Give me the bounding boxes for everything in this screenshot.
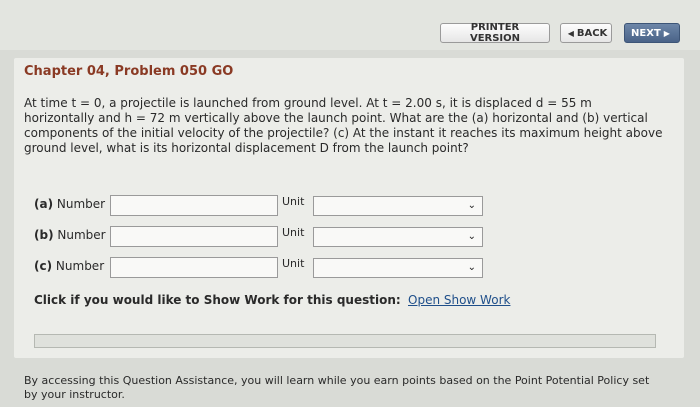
unit-select-b[interactable]: ⌄ (313, 227, 483, 247)
answer-number-label-a: Number (56, 197, 106, 211)
back-label: BACK (576, 27, 608, 39)
back-button[interactable]: ◀ BACK (560, 23, 612, 43)
unit-label-c: Unit (282, 257, 305, 270)
answer-row-c: (c) Number Unit ⌄ (34, 256, 494, 280)
next-button[interactable]: NEXT ▶ (624, 23, 680, 43)
chevron-down-icon: ⌄ (467, 200, 476, 211)
answer-label-c: (c) Number (34, 259, 104, 273)
number-input-a[interactable] (110, 195, 278, 216)
answer-part-a: (a) (34, 197, 54, 211)
triangle-right-icon: ▶ (663, 28, 670, 38)
answer-part-c: (c) (34, 259, 53, 273)
answer-label-a: (a) Number (34, 197, 105, 211)
unit-select-a[interactable]: ⌄ (313, 196, 483, 216)
answer-row-a: (a) Number Unit ⌄ (34, 194, 494, 218)
unit-label-a: Unit (282, 195, 305, 208)
problem-statement: At time t = 0, a projectile is launched … (24, 96, 663, 155)
printer-version-button[interactable]: PRINTER VERSION (440, 22, 550, 44)
triangle-left-icon: ◀ (567, 28, 574, 38)
show-work-area (34, 334, 656, 348)
answer-number-label-b: Number (57, 228, 106, 242)
answer-part-b: (b) (34, 228, 54, 242)
answer-row-b: (b) Number Unit ⌄ (34, 225, 494, 249)
number-input-b[interactable] (110, 226, 278, 247)
question-assistance-note: By accessing this Question Assistance, y… (24, 374, 650, 401)
unit-label-b: Unit (282, 226, 305, 239)
chevron-down-icon: ⌄ (467, 231, 476, 242)
answer-label-b: (b) Number (34, 228, 106, 242)
unit-select-c[interactable]: ⌄ (313, 258, 483, 278)
problem-title: Chapter 04, Problem 050 GO (24, 64, 234, 79)
show-work-prompt: Click if you would like to Show Work for… (34, 293, 401, 307)
answer-number-label-c: Number (55, 259, 105, 273)
open-show-work-link[interactable]: Open Show Work (408, 293, 510, 307)
next-label: NEXT (631, 27, 661, 39)
printer-version-label: PRINTER VERSION (469, 22, 521, 44)
number-input-c[interactable] (110, 257, 278, 278)
chevron-down-icon: ⌄ (467, 262, 476, 273)
